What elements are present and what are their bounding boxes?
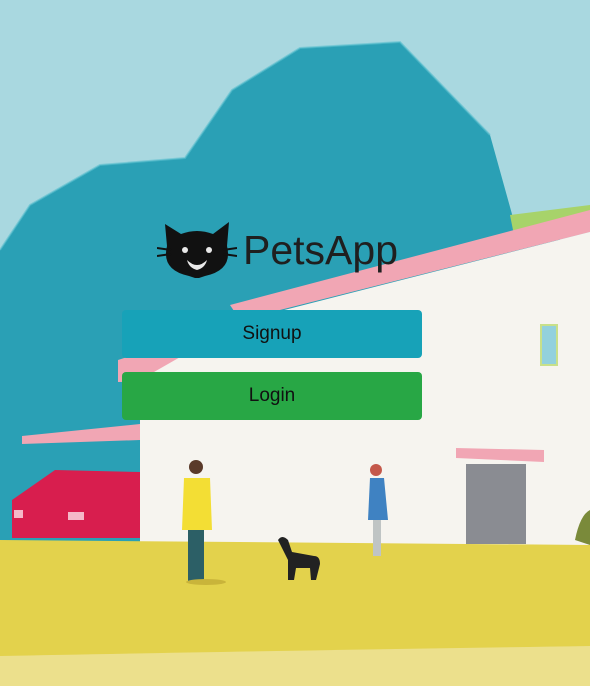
landing-screen: PetsApp Signup Login (0, 0, 590, 686)
app-name: PetsApp (243, 226, 398, 273)
login-button[interactable]: Login (122, 372, 422, 420)
cat-face-icon (157, 222, 237, 278)
signup-button[interactable]: Signup (122, 310, 422, 358)
brand-header: PetsApp (157, 218, 398, 280)
